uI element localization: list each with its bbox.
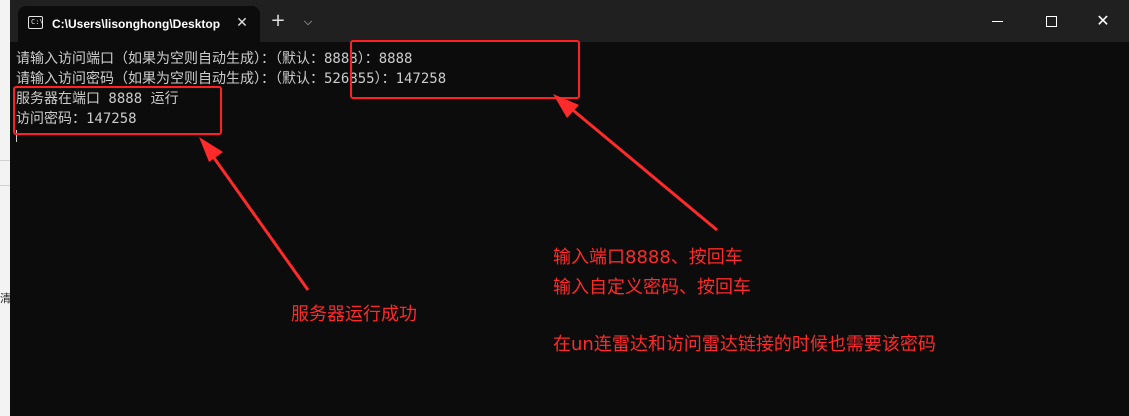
annotation-server-success: 服务器运行成功 xyxy=(291,304,417,325)
arrow-head-server xyxy=(199,137,223,162)
arrow-line-server xyxy=(205,147,310,291)
background-window-strip: 清 xyxy=(0,0,11,416)
background-divider xyxy=(0,185,10,186)
terminal-window: C:\ C:\Users\lisonghong\Desktop ✕ + ⌵ ✕ … xyxy=(10,0,1129,416)
annotation-instruction-3: 在un连雷达和访问雷达链接的时候也需要该密码 xyxy=(553,334,936,355)
arrow-head-input xyxy=(553,94,579,118)
background-divider xyxy=(0,160,10,161)
annotation-instruction-1: 输入端口8888、按回车 xyxy=(553,247,743,268)
annotation-instruction-2: 输入自定义密码、按回车 xyxy=(553,277,751,298)
arrow-line-input xyxy=(561,99,718,232)
